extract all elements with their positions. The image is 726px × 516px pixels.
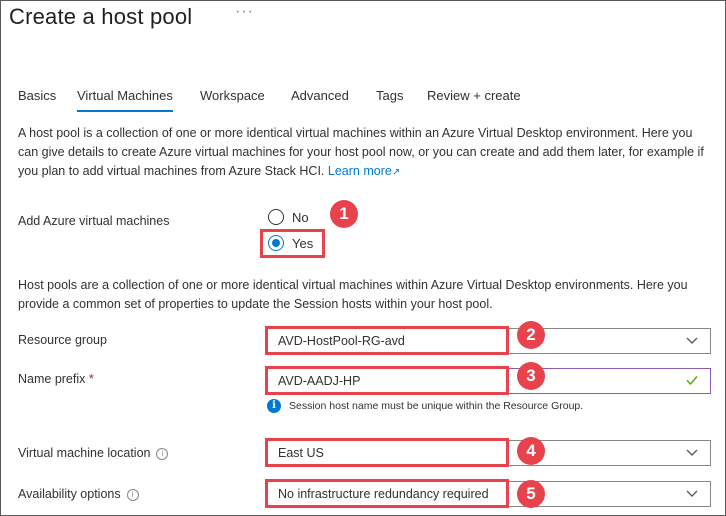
availability-label-text: Availability options	[18, 487, 121, 501]
tab-basics[interactable]: Basics	[18, 88, 56, 103]
vm-location-label-text: Virtual machine location	[18, 446, 151, 460]
chevron-down-icon	[686, 337, 698, 344]
tab-review-create[interactable]: Review + create	[427, 88, 521, 103]
tab-tags[interactable]: Tags	[376, 88, 403, 103]
highlight-box-vm-location	[265, 438, 509, 467]
name-prefix-label: Name prefix *	[18, 372, 94, 386]
radio-no-label: No	[292, 209, 309, 225]
name-prefix-hint-text: Session host name must be unique within …	[289, 400, 584, 412]
required-marker: *	[88, 372, 94, 386]
tab-advanced[interactable]: Advanced	[291, 88, 349, 103]
page-title: Create a host pool	[9, 4, 193, 29]
external-link-icon: ↗	[391, 167, 401, 178]
name-prefix-hint: i Session host name must be unique withi…	[267, 399, 583, 413]
callout-badge-3: 3	[517, 362, 545, 390]
availability-label: Availability options i	[18, 487, 139, 501]
highlight-box-resource-group	[265, 326, 509, 355]
callout-badge-1: 1	[330, 200, 358, 228]
tab-workspace[interactable]: Workspace	[200, 88, 265, 103]
chevron-down-icon	[686, 449, 698, 456]
callout-badge-4: 4	[517, 437, 545, 465]
info-icon[interactable]: i	[126, 488, 139, 501]
callout-badge-5: 5	[517, 480, 545, 508]
learn-more-link[interactable]: Learn more	[328, 164, 392, 178]
radio-no[interactable]: No	[268, 209, 309, 225]
host-pool-description: Host pools are a collection of one or mo…	[18, 278, 688, 311]
checkmark-icon	[686, 376, 698, 386]
tab-virtual-machines[interactable]: Virtual Machines	[77, 88, 173, 112]
resource-group-label: Resource group	[18, 333, 107, 347]
callout-badge-2: 2	[517, 321, 545, 349]
name-prefix-label-text: Name prefix	[18, 372, 86, 386]
intro-paragraph: A host pool is a collection of one or mo…	[18, 124, 714, 182]
highlight-box-name-prefix	[265, 366, 509, 395]
highlight-box-availability	[265, 479, 509, 508]
radio-no-circle	[268, 209, 284, 225]
more-options-icon[interactable]: ···	[235, 3, 254, 21]
info-icon: i	[267, 399, 281, 413]
vm-location-label: Virtual machine location i	[18, 446, 169, 460]
info-icon[interactable]: i	[156, 447, 169, 460]
add-vms-label: Add Azure virtual machines	[18, 214, 170, 228]
highlight-box-yes	[260, 229, 325, 258]
chevron-down-icon	[686, 490, 698, 497]
